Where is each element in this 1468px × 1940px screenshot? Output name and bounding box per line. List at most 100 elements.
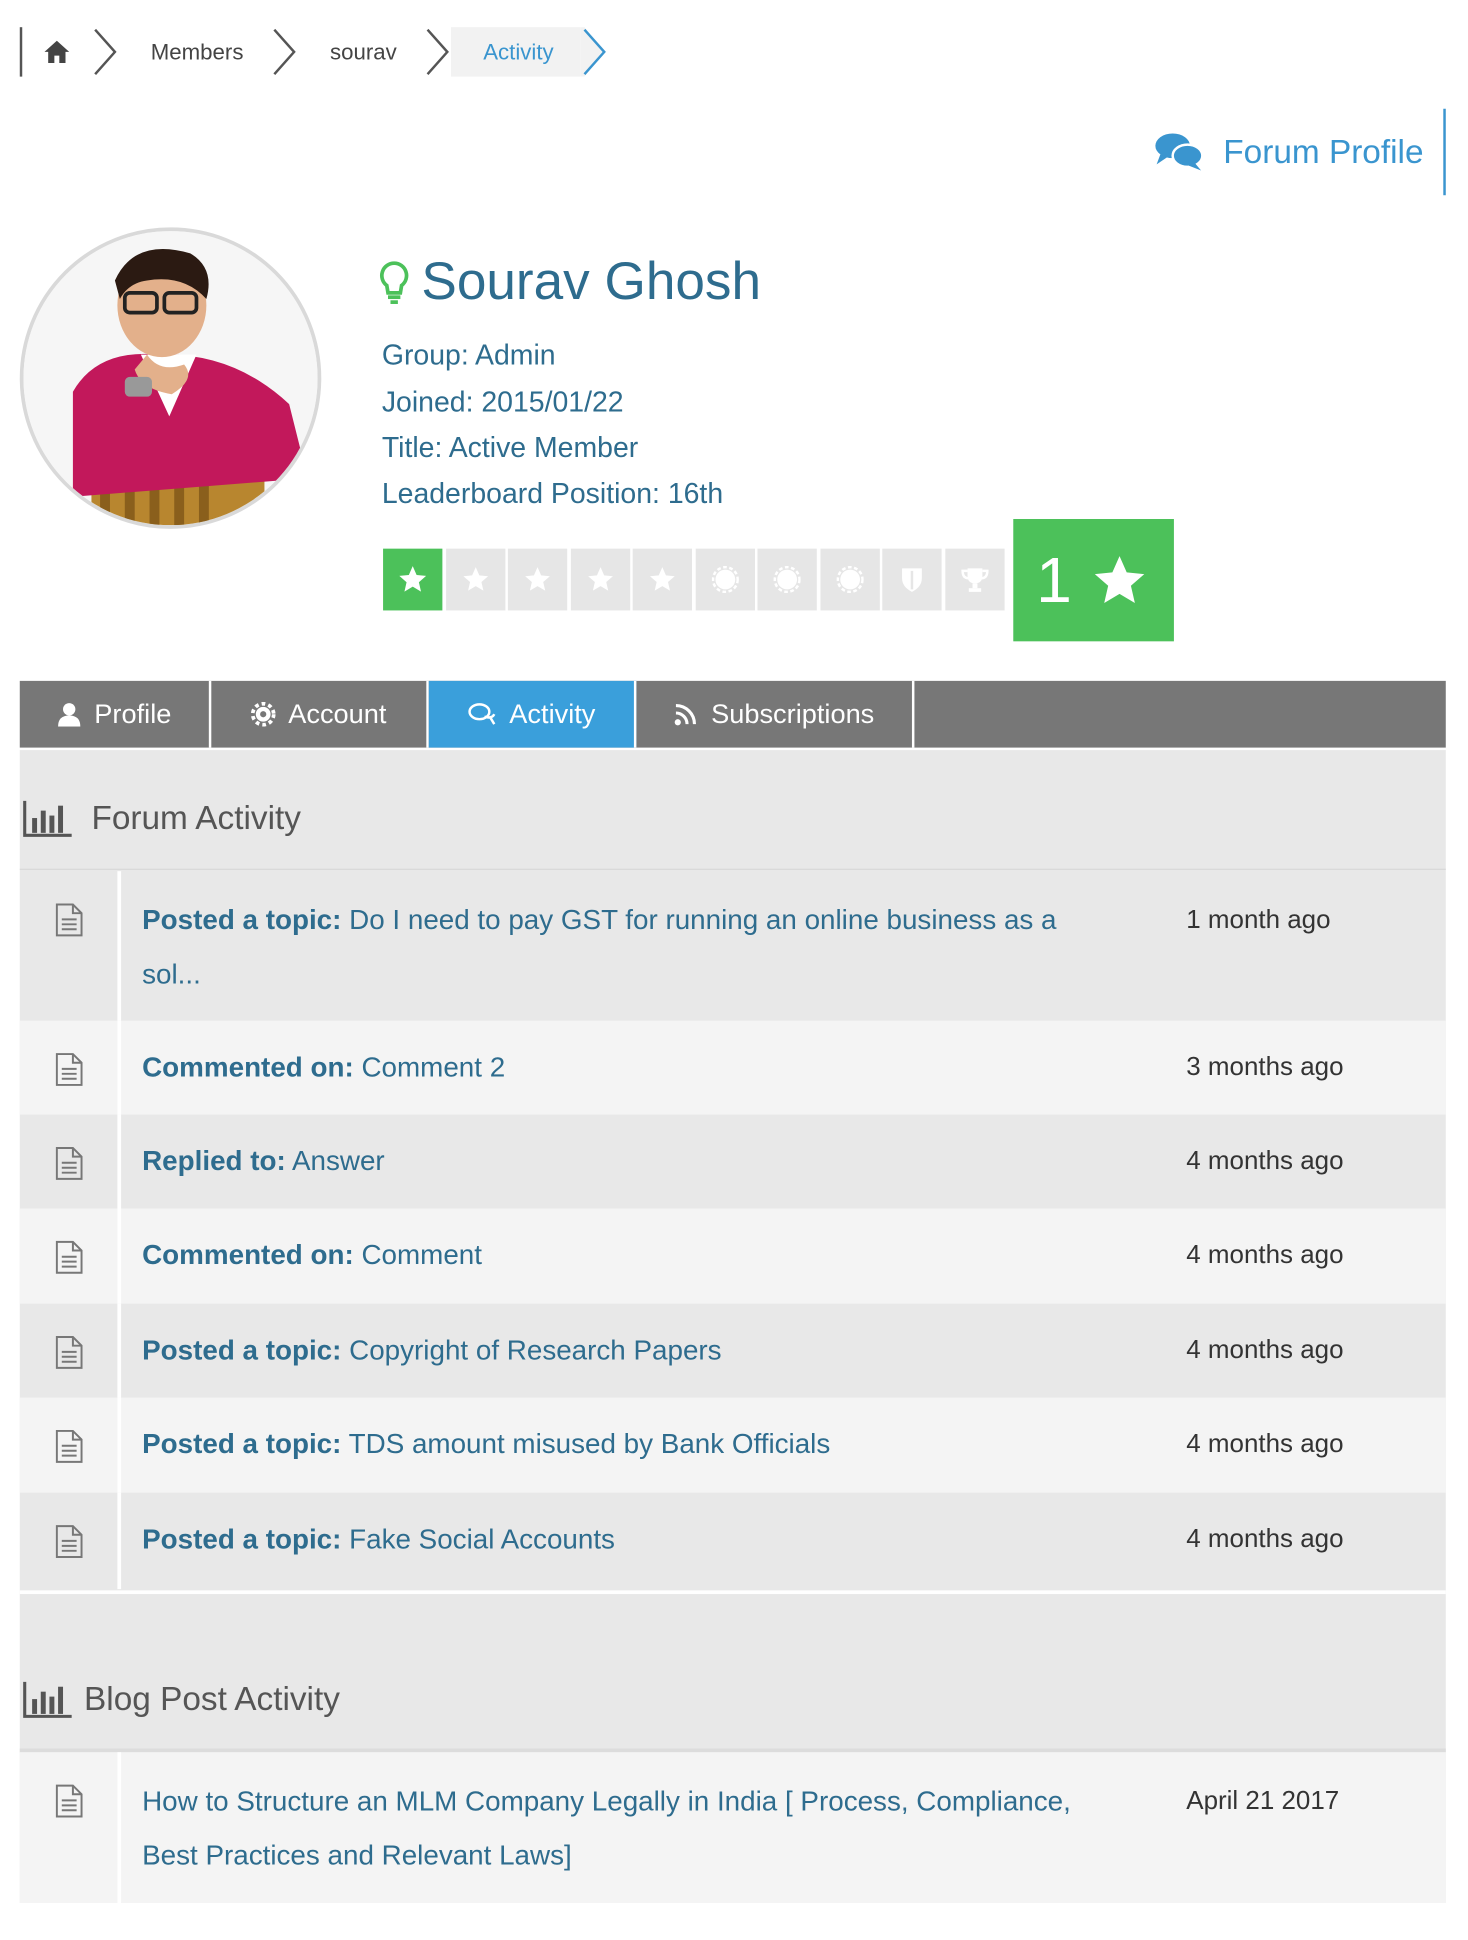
document-icon xyxy=(55,1784,82,1818)
tab-account-label: Account xyxy=(288,698,387,730)
tab-activity-label: Activity xyxy=(509,698,596,730)
activity-row: Posted a topic: TDS amount misused by Ba… xyxy=(19,1397,1446,1493)
tab-subscriptions-label: Subscriptions xyxy=(711,698,875,730)
rank-badge-icon xyxy=(695,548,755,611)
user-joined: Joined: 2015/01/22 xyxy=(381,385,624,418)
rank-badge-icon xyxy=(819,548,880,611)
chevron-right-icon xyxy=(426,28,450,75)
rank-badges xyxy=(383,548,1007,611)
points-badge: 1 xyxy=(1013,518,1174,642)
activity-link[interactable]: Replied to: Answer xyxy=(121,1115,1186,1209)
activity-row: Commented on: Comment 4 months ago xyxy=(19,1208,1446,1304)
comments-icon xyxy=(1155,133,1204,171)
activity-link[interactable]: Posted a topic: Do I need to pay GST for… xyxy=(121,871,1179,1021)
activity-text: Do I need to pay GST for running an onli… xyxy=(349,904,1057,936)
activity-type: Commented on: xyxy=(142,1239,354,1271)
blog-activity-heading: Blog Post Activity xyxy=(22,1681,340,1719)
tab-subscriptions[interactable]: Subscriptions xyxy=(636,680,915,748)
points-value: 1 xyxy=(1036,544,1072,616)
document-icon xyxy=(55,1525,82,1558)
user-leaderboard: Leaderboard Position: 16th xyxy=(381,476,724,510)
user-name-text: Sourav Ghosh xyxy=(421,252,762,312)
rank-star-icon xyxy=(570,548,630,611)
blog-activity-title: Blog Post Activity xyxy=(84,1680,340,1718)
activity-time: 1 month ago xyxy=(1186,905,1331,935)
activity-type: Replied to: xyxy=(142,1145,286,1177)
document-icon xyxy=(55,1053,82,1086)
document-icon xyxy=(55,903,82,937)
activity-type: Posted a topic: xyxy=(142,904,342,936)
breadcrumb-activity[interactable]: Activity xyxy=(451,27,581,77)
blog-post-date: April 21 2017 xyxy=(1186,1786,1340,1816)
rank-star-icon xyxy=(632,548,692,611)
activity-link[interactable]: Posted a topic: Copyright of Research Pa… xyxy=(121,1304,1186,1398)
breadcrumb-user[interactable]: sourav xyxy=(298,27,424,76)
user-group: Group: Admin xyxy=(381,338,556,371)
rank-star-icon xyxy=(445,548,505,611)
activity-text: TDS amount misused by Bank Officials xyxy=(348,1428,831,1460)
activity-text: Answer xyxy=(291,1145,385,1177)
profile-tabs: Profile Account Activity Subscriptions xyxy=(19,680,1446,748)
activity-row: Posted a topic: Do I need to pay GST for… xyxy=(20,871,1446,1021)
activity-text: Fake Social Accounts xyxy=(349,1523,615,1555)
home-icon xyxy=(44,40,70,64)
blog-post-link[interactable]: How to Structure an MLM Company Legally … xyxy=(121,1752,1179,1903)
activity-link[interactable]: Posted a topic: Fake Social Accounts xyxy=(121,1493,1186,1589)
blog-post-title: How to Structure an MLM Company Legally … xyxy=(142,1785,1071,1817)
comments-icon xyxy=(468,703,496,725)
activity-time: 4 months ago xyxy=(1186,1146,1344,1176)
document-icon xyxy=(55,1429,82,1463)
rank-shield-icon xyxy=(882,548,942,611)
document-icon xyxy=(55,1146,82,1180)
forum-activity-section: Forum Activity Posted a topic: Do I need… xyxy=(19,750,1446,1595)
activity-time: 4 months ago xyxy=(1186,1429,1344,1459)
blog-row: How to Structure an MLM Company Legally … xyxy=(19,1752,1446,1903)
activity-row: Posted a topic: Fake Social Accounts 4 m… xyxy=(20,1492,1446,1590)
rank-trophy-icon xyxy=(944,548,1005,611)
breadcrumb-home[interactable] xyxy=(22,27,91,76)
forum-profile-link[interactable]: Forum Profile xyxy=(1154,108,1446,196)
activity-text: Comment xyxy=(361,1239,482,1271)
tab-profile-label: Profile xyxy=(94,698,172,730)
avatar-image xyxy=(23,231,318,526)
activity-type: Posted a topic: xyxy=(142,1523,342,1555)
document-icon xyxy=(55,1336,82,1369)
breadcrumb-members[interactable]: Members xyxy=(119,27,271,76)
activity-type: Posted a topic: xyxy=(142,1334,342,1366)
tab-profile[interactable]: Profile xyxy=(20,680,212,748)
activity-type: Posted a topic: xyxy=(142,1428,342,1460)
user-title: Title: Active Member xyxy=(381,431,639,464)
avatar xyxy=(19,227,322,529)
rank-star-icon xyxy=(383,548,443,611)
activity-link[interactable]: Commented on: Comment 2 xyxy=(121,1021,1186,1115)
chevron-right-icon xyxy=(273,28,296,75)
tab-account[interactable]: Account xyxy=(211,680,429,748)
activity-time: 4 months ago xyxy=(1186,1240,1344,1270)
rss-icon xyxy=(675,704,697,726)
user-name: Sourav Ghosh xyxy=(379,252,761,313)
rank-badge-icon xyxy=(757,548,817,611)
activity-time: 4 months ago xyxy=(1186,1524,1344,1554)
star-icon xyxy=(1095,555,1145,603)
activity-link[interactable]: Posted a topic: TDS amount misused by Ba… xyxy=(121,1398,1186,1493)
activity-time: 4 months ago xyxy=(1186,1335,1344,1365)
tab-activity[interactable]: Activity xyxy=(428,680,637,748)
activity-text: Copyright of Research Papers xyxy=(349,1334,722,1366)
bar-chart-icon xyxy=(23,1681,72,1718)
activity-link[interactable]: Commented on: Comment xyxy=(121,1209,1186,1304)
activity-row: Posted a topic: Copyright of Research Pa… xyxy=(20,1303,1446,1398)
activity-time: 3 months ago xyxy=(1186,1052,1344,1082)
user-icon xyxy=(58,703,81,727)
activity-text-cont: sol... xyxy=(142,958,201,990)
document-icon xyxy=(55,1240,82,1274)
blog-post-title-cont: Best Practices and Relevant Laws] xyxy=(142,1839,572,1871)
rank-star-icon xyxy=(507,548,568,611)
activity-row: Replied to: Answer 4 months ago xyxy=(20,1114,1446,1209)
forum-activity-title: Forum Activity xyxy=(91,799,301,837)
activity-row: Commented on: Comment 2 3 months ago xyxy=(19,1020,1446,1115)
lightbulb-icon xyxy=(379,260,409,304)
forum-profile-label: Forum Profile xyxy=(1223,132,1424,170)
bar-chart-icon xyxy=(23,800,72,837)
activity-text: Comment 2 xyxy=(361,1051,506,1083)
forum-activity-heading: Forum Activity xyxy=(22,799,301,837)
